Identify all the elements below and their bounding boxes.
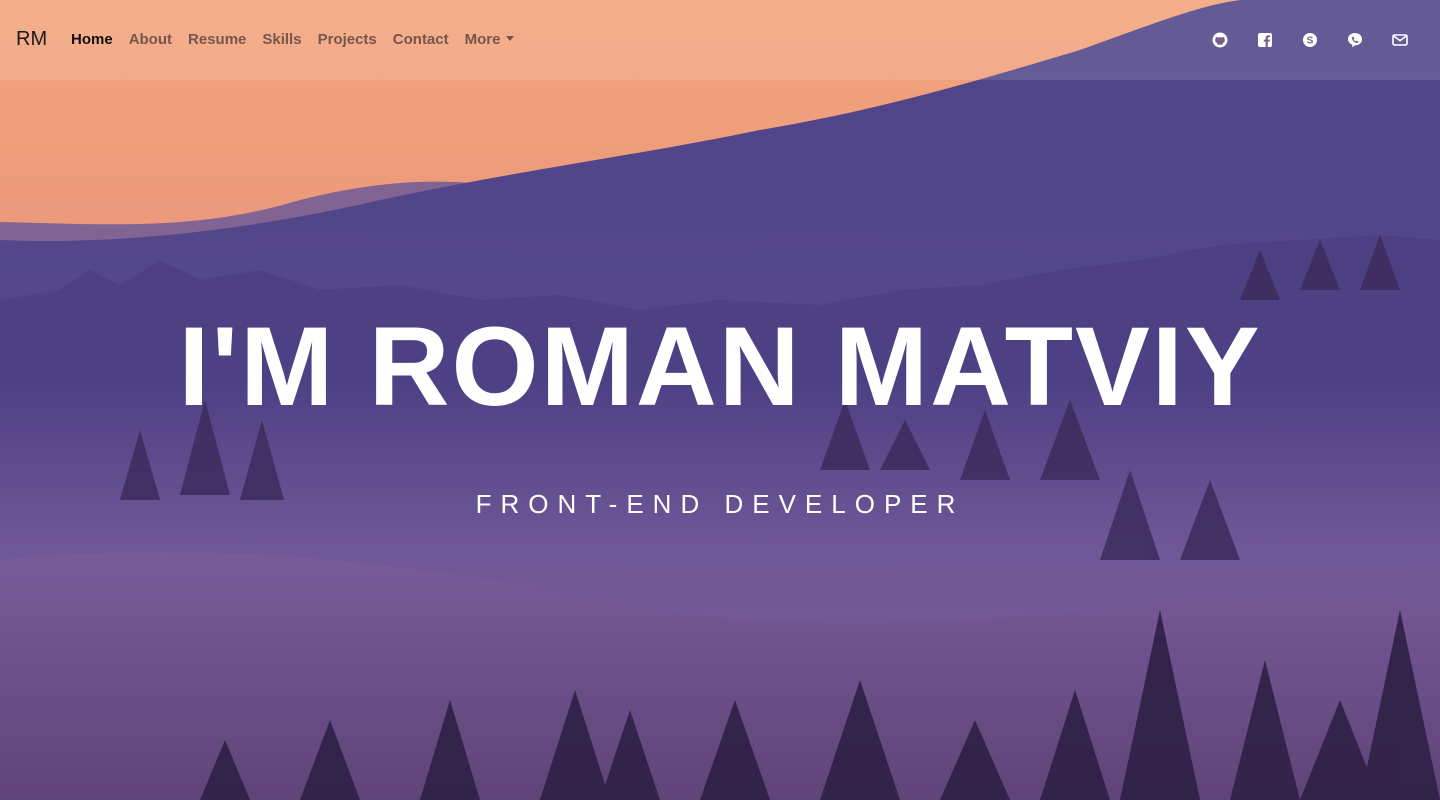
hero-section: RM Home About Resume Skills Projects Con… [0, 0, 1440, 800]
hero-subtitle: FRONT-END DEVELOPER [475, 489, 965, 519]
facebook-icon[interactable] [1257, 32, 1273, 48]
nav-links: Home About Resume Skills Projects Contac… [71, 31, 530, 48]
github-icon[interactable] [1212, 32, 1228, 48]
nav-item-resume[interactable]: Resume [188, 31, 246, 48]
nav-item-about[interactable]: About [129, 31, 172, 48]
brand-logo[interactable]: RM [16, 28, 47, 51]
hero-title: I'M ROMAN MATVIY [178, 304, 1262, 429]
viber-icon[interactable] [1347, 32, 1363, 48]
nav-item-more-dropdown[interactable]: More [465, 31, 515, 48]
nav-item-home[interactable]: Home [71, 31, 113, 48]
caret-down-icon [506, 36, 515, 41]
svg-text:S: S [1307, 36, 1314, 47]
navbar: RM Home About Resume Skills Projects Con… [0, 0, 1440, 80]
nav-item-contact[interactable]: Contact [393, 31, 449, 48]
nav-item-skills[interactable]: Skills [262, 31, 301, 48]
skype-icon[interactable]: S [1302, 32, 1318, 48]
nav-item-more-label: More [464, 31, 501, 48]
nav-item-projects[interactable]: Projects [318, 31, 377, 48]
social-links: S [1212, 32, 1408, 48]
email-icon[interactable] [1392, 32, 1408, 48]
